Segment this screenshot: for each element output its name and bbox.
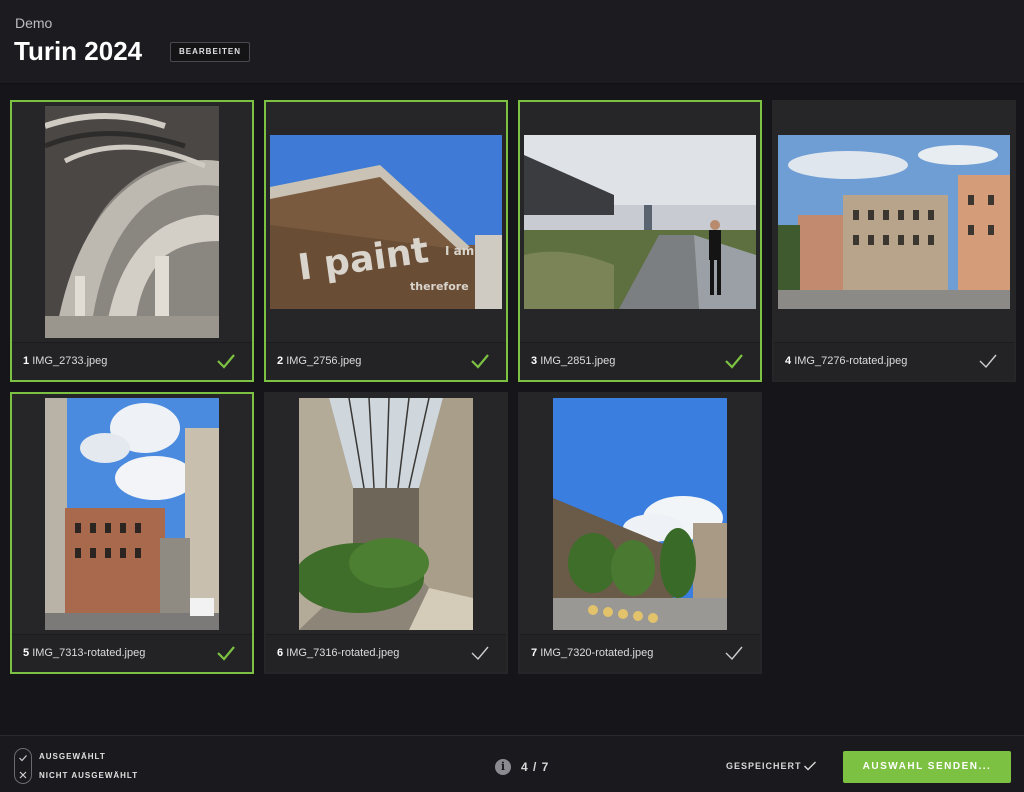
svg-text:I am: I am bbox=[445, 244, 474, 258]
selection-legend bbox=[14, 748, 32, 784]
caption-bar: 3 IMG_2851.jpeg bbox=[520, 342, 760, 380]
legend-not-selected: NICHT AUSGEWÄHLT bbox=[39, 771, 139, 780]
caption-bar: 5 IMG_7313-rotated.jpeg bbox=[12, 634, 252, 672]
caption-bar: 2 IMG_2756.jpeg bbox=[266, 342, 506, 380]
photo-thumbnail[interactable] bbox=[45, 106, 219, 338]
photo-thumbnail[interactable] bbox=[45, 398, 219, 630]
photo-grid: 1 IMG_2733.jpeg I paint I am therefore 2 bbox=[0, 84, 1024, 735]
caption-bar: 7 IMG_7320-rotated.jpeg bbox=[520, 634, 760, 672]
check-icon[interactable] bbox=[216, 352, 236, 370]
page-title: Turin 2024 bbox=[14, 36, 143, 66]
photo-filename: IMG_7276-rotated.jpeg bbox=[794, 355, 908, 367]
check-icon[interactable] bbox=[724, 644, 744, 662]
photo-card[interactable]: 6 IMG_7316-rotated.jpeg bbox=[264, 392, 508, 674]
photo-index: 2 bbox=[277, 355, 284, 367]
check-icon[interactable] bbox=[724, 352, 744, 370]
photo-index: 3 bbox=[531, 355, 538, 367]
check-icon[interactable] bbox=[216, 644, 236, 662]
svg-text:therefore: therefore bbox=[410, 280, 469, 293]
photo-card[interactable]: I paint I am therefore 2 IMG_2756.jpeg bbox=[264, 100, 508, 382]
check-icon bbox=[804, 761, 816, 771]
photo-filename: IMG_2733.jpeg bbox=[32, 355, 108, 367]
photo-index: 1 bbox=[23, 355, 30, 367]
photo-thumbnail[interactable] bbox=[299, 398, 473, 630]
footer-bar: AUSGEWÄHLT NICHT AUSGEWÄHLT i 4 / 7 GESP… bbox=[0, 735, 1024, 792]
saved-status: GESPEICHERT bbox=[726, 761, 802, 771]
photo-filename: IMG_7320-rotated.jpeg bbox=[540, 647, 654, 659]
photo-card[interactable]: 3 IMG_2851.jpeg bbox=[518, 100, 762, 382]
photo-index: 6 bbox=[277, 647, 284, 659]
photo-card[interactable]: 4 IMG_7276-rotated.jpeg bbox=[772, 100, 1016, 382]
breadcrumb[interactable]: Demo bbox=[15, 15, 52, 31]
photo-filename: IMG_7313-rotated.jpeg bbox=[32, 647, 146, 659]
selection-counter: 4 / 7 bbox=[521, 760, 550, 774]
caption-bar: 4 IMG_7276-rotated.jpeg bbox=[774, 342, 1014, 380]
photo-thumbnail[interactable]: I paint I am therefore bbox=[270, 135, 502, 309]
check-icon[interactable] bbox=[470, 352, 490, 370]
check-icon[interactable] bbox=[978, 352, 998, 370]
close-icon bbox=[19, 771, 27, 779]
photo-thumbnail[interactable] bbox=[778, 135, 1010, 309]
photo-thumbnail[interactable] bbox=[524, 135, 756, 309]
caption-bar: 6 IMG_7316-rotated.jpeg bbox=[266, 634, 506, 672]
check-icon bbox=[19, 755, 27, 762]
photo-card[interactable]: 5 IMG_7313-rotated.jpeg bbox=[10, 392, 254, 674]
edit-button[interactable]: BEARBEITEN bbox=[170, 42, 251, 62]
photo-filename: IMG_2851.jpeg bbox=[540, 355, 616, 367]
info-icon[interactable]: i bbox=[495, 759, 511, 775]
photo-card[interactable]: 1 IMG_2733.jpeg bbox=[10, 100, 254, 382]
photo-filename: IMG_2756.jpeg bbox=[286, 355, 362, 367]
legend-selected: AUSGEWÄHLT bbox=[39, 752, 106, 761]
photo-card[interactable]: 7 IMG_7320-rotated.jpeg bbox=[518, 392, 762, 674]
header: Demo Turin 2024 BEARBEITEN bbox=[0, 0, 1024, 84]
caption-bar: 1 IMG_2733.jpeg bbox=[12, 342, 252, 380]
photo-index: 7 bbox=[531, 647, 538, 659]
send-selection-button[interactable]: AUSWAHL SENDEN... bbox=[843, 751, 1011, 783]
photo-filename: IMG_7316-rotated.jpeg bbox=[286, 647, 400, 659]
photo-index: 5 bbox=[23, 647, 30, 659]
check-icon[interactable] bbox=[470, 644, 490, 662]
photo-thumbnail[interactable] bbox=[553, 398, 727, 630]
photo-index: 4 bbox=[785, 355, 792, 367]
